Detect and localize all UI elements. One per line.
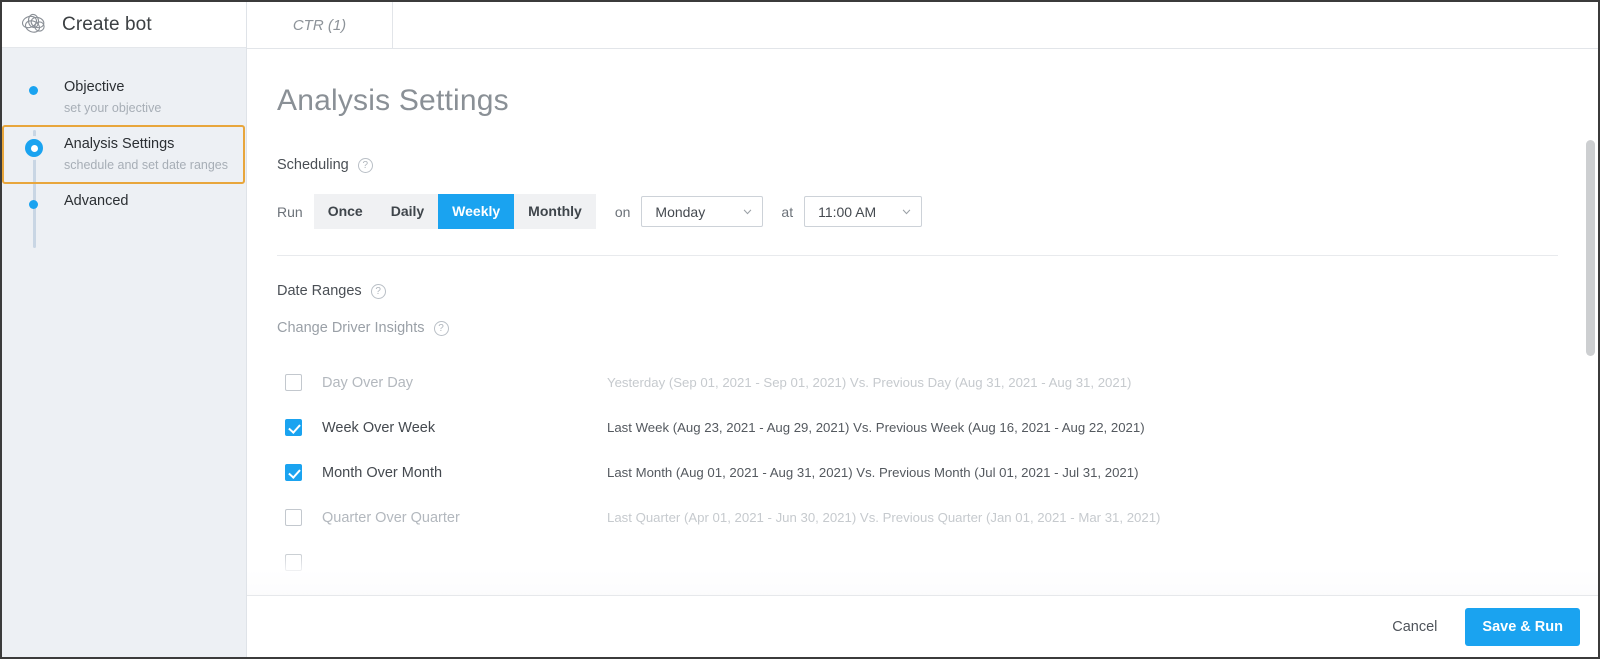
range-dates: Last Quarter (Apr 01, 2021 - Jun 30, 202… [607,510,1161,525]
help-icon[interactable]: ? [370,283,386,299]
chevron-down-icon [902,209,911,214]
day-of-week-value: Monday [655,203,706,220]
table-row[interactable]: Day Over Day Yesterday (Sep 01, 2021 - S… [277,360,1558,405]
table-row[interactable] [277,540,1558,585]
scheduling-label: Scheduling [277,157,349,173]
section-divider [277,255,1558,256]
step-dot-icon [28,86,38,95]
sidebar: Create bot Objective set your objective … [2,2,247,657]
step-dot-icon [28,200,38,209]
table-row[interactable]: Quarter Over Quarter Last Quarter (Apr 0… [277,495,1558,540]
tab-label: CTR (1) [292,16,347,34]
date-ranges-label: Date Ranges [277,283,362,299]
scheduling-row: Run Once Daily Weekly Monthly on Monday [277,194,1558,229]
sidebar-item-objective[interactable]: Objective set your objective [2,70,246,125]
change-driver-insights-label: Change Driver Insights [277,320,425,336]
checkbox-next-range[interactable] [285,554,302,571]
scheduling-heading: Scheduling ? [277,157,1558,173]
step-text: Analysis Settings schedule and set date … [64,135,228,174]
date-ranges-heading: Date Ranges ? [277,283,1558,299]
cancel-button[interactable]: Cancel [1386,611,1443,643]
sidebar-item-analysis-settings[interactable]: Analysis Settings schedule and set date … [2,125,245,184]
frequency-option-once[interactable]: Once [313,194,377,229]
sidebar-item-label: Analysis Settings [64,136,175,152]
frequency-option-weekly[interactable]: Weekly [438,194,515,229]
knot-logo-icon [21,13,45,33]
row-checkbox-cell [277,464,322,481]
change-driver-insights-heading: Change Driver Insights ? [277,320,1558,336]
checkbox-week-over-week[interactable] [285,419,302,436]
help-icon[interactable]: ? [433,320,449,336]
main-panel: CTR (1) Analysis Settings Scheduling ? R… [247,2,1598,657]
content-inner: Analysis Settings Scheduling ? Run Once … [247,49,1598,585]
range-name: Month Over Month [322,464,443,481]
step-dot-wrap [2,192,64,209]
brand-title: Create bot [62,13,152,35]
save-and-run-button[interactable]: Save & Run [1465,607,1580,646]
row-checkbox-cell [277,419,322,436]
tab-bar: CTR (1) [247,2,1598,49]
run-label: Run [277,203,303,220]
at-label: at [781,203,794,220]
frequency-option-daily[interactable]: Daily [376,194,439,229]
range-dates: Last Month (Aug 01, 2021 - Aug 31, 2021)… [607,465,1139,480]
time-select[interactable]: 11:00 AM [804,196,923,227]
step-text: Advanced [64,192,129,211]
checkbox-month-over-month[interactable] [285,464,302,481]
checkbox-day-over-day[interactable] [285,374,302,391]
range-name: Week Over Week [322,419,436,436]
step-text: Objective set your objective [64,78,161,117]
app-window: Create bot Objective set your objective … [0,0,1600,659]
step-active-dot-icon [25,139,43,157]
sidebar-item-label: Objective [64,79,125,95]
step-dot-wrap [4,135,64,157]
sidebar-item-sublabel: schedule and set date ranges [64,158,229,172]
row-checkbox-cell [277,554,322,571]
step-nav: Objective set your objective Analysis Se… [2,48,246,248]
brand-header: Create bot [2,2,246,48]
help-icon[interactable]: ? [357,157,373,173]
vertical-scrollbar-track[interactable] [1585,49,1596,595]
row-checkbox-cell [277,509,322,526]
chevron-down-icon [744,209,752,214]
vertical-scrollbar-thumb[interactable] [1586,140,1595,356]
checkbox-quarter-over-quarter[interactable] [285,509,302,526]
footer-bar: Cancel Save & Run [247,595,1598,657]
content-scroll-area[interactable]: Analysis Settings Scheduling ? Run Once … [247,49,1598,595]
table-row[interactable]: Week Over Week Last Week (Aug 23, 2021 -… [277,405,1558,450]
step-dot-wrap [2,78,64,95]
row-checkbox-cell [277,374,322,391]
frequency-segmented-control: Once Daily Weekly Monthly [313,194,596,229]
range-name: Quarter Over Quarter [322,509,460,526]
page-title: Analysis Settings [277,84,509,117]
sidebar-item-sublabel: set your objective [64,101,162,115]
day-of-week-select[interactable]: Monday [641,196,764,227]
frequency-option-monthly[interactable]: Monthly [514,194,596,229]
range-dates: Last Week (Aug 23, 2021 - Aug 29, 2021) … [607,420,1145,435]
sidebar-item-label: Advanced [64,193,129,209]
time-value: 11:00 AM [818,203,877,220]
range-dates: Yesterday (Sep 01, 2021 - Sep 01, 2021) … [607,375,1132,390]
table-row[interactable]: Month Over Month Last Month (Aug 01, 202… [277,450,1558,495]
tab-ctr[interactable]: CTR (1) [247,2,393,48]
sidebar-item-advanced[interactable]: Advanced [2,184,246,230]
on-label: on [614,203,631,220]
range-name: Day Over Day [322,374,414,391]
